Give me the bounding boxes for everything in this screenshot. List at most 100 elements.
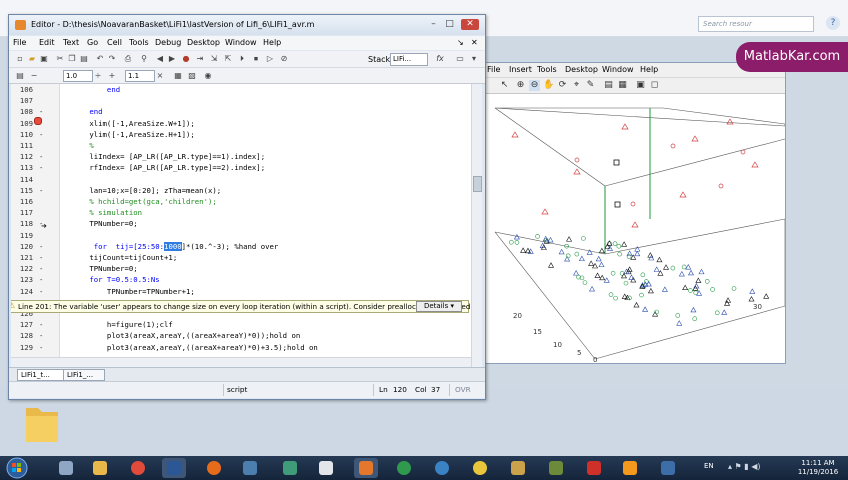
eval-cell-icon[interactable]: ▦ [173,71,183,81]
run-icon[interactable]: ▷ [265,54,275,64]
open-file-icon[interactable]: ▰ [27,54,37,64]
stack-dropdown[interactable]: LIFi... [390,53,428,66]
step-in-icon[interactable]: ⇲ [209,54,219,64]
code-line[interactable]: TPNumber=TPNumber+1; [63,287,195,296]
details-button[interactable]: Details ▾ [416,301,462,312]
pointer-icon[interactable]: ↖ [499,80,510,91]
zoom-out-icon[interactable]: ⊖ [529,80,540,91]
decrement-icon[interactable]: − [29,71,39,81]
clear-breakpoints-icon[interactable]: ⊘ [279,54,289,64]
pan-icon[interactable]: ✋ [543,80,554,91]
editor-titlebar[interactable]: Editor - D:\thesis\NoavaranBasket\LiFi1\… [9,15,485,35]
explorer-search-input[interactable]: Search resour [698,16,814,32]
windows-start-icon[interactable] [4,457,30,479]
code-line[interactable]: h=figure(1);clf [63,320,173,329]
code-line[interactable]: rfIndex= [AP_LR([AP_LR.type]==2).index]; [63,163,265,172]
taskbar-explorer-icon[interactable] [88,458,112,478]
code-line[interactable]: end [63,107,102,116]
figure-menu-window[interactable]: Window [602,65,634,74]
plot-tools-icon[interactable]: ▣ [635,80,646,91]
figure-menu-file[interactable]: File [487,65,500,74]
menu-debug[interactable]: Debug [155,38,181,47]
menu-go[interactable]: Go [87,38,98,47]
code-line[interactable]: liIndex= [AP_LR([AP_LR.type]==1).index]; [63,152,265,161]
menu-window[interactable]: Window [225,38,257,47]
eval-advance-icon[interactable]: ▧ [187,71,197,81]
exit-debug-icon[interactable]: ⏹ [251,54,261,64]
datacursor-icon[interactable]: ⌖ [571,80,582,91]
code-line[interactable]: TPNumber=0; [63,219,137,228]
layout-icon[interactable]: ▭ [455,54,465,64]
layout-menu-icon[interactable]: ▾ [469,54,479,64]
figure-menu-help[interactable]: Help [640,65,658,74]
rotate-icon[interactable]: ⟳ [557,80,568,91]
taskbar-app-icon[interactable] [656,458,680,478]
code-line[interactable]: plot3(areaX,areaY,((areaX+areaY)*0)+3.5)… [63,343,318,352]
code-line[interactable]: tijCount=tijCount+1; [63,253,177,262]
menu-text[interactable]: Text [63,38,79,47]
dock-icon[interactable]: ◻ [649,80,660,91]
zoom-in-icon[interactable]: ⊕ [515,80,526,91]
taskbar-app-icon[interactable] [238,458,262,478]
function-browser-icon[interactable]: fx [435,54,445,64]
continue-icon[interactable]: ⏵ [237,54,247,64]
print-icon[interactable]: ⎙ [123,54,133,64]
menu-desktop[interactable]: Desktop [187,38,220,47]
undo-icon[interactable]: ↶ [95,54,105,64]
code-line[interactable]: % simulation [63,208,142,217]
taskbar-app-icon[interactable] [430,458,454,478]
code-line[interactable]: % [63,141,93,150]
plot3-axes[interactable]: 20 15 10 5 0 30 [485,94,785,362]
cut-icon[interactable]: ✂ [55,54,65,64]
figure-menu-desktop[interactable]: Desktop [565,65,598,74]
legend-icon[interactable]: ▦ [617,80,628,91]
close-icon[interactable]: ✕ [461,19,479,30]
save-icon[interactable]: ▣ [39,54,49,64]
breakpoint-marker-icon[interactable] [34,117,42,125]
folder-icon[interactable] [22,400,62,446]
forward-icon[interactable]: ▶ [167,54,177,64]
tray-icons[interactable]: ▴ ⚑ ▮ ◀) [728,462,761,471]
code-line[interactable]: TPNumber=0; [63,264,137,273]
close-doc-icon[interactable]: ✕ [471,38,478,47]
colorbar-icon[interactable]: ▤ [603,80,614,91]
minimize-icon[interactable]: – [427,19,440,30]
code-line[interactable]: plot3(areaX,areaY,((areaX+areaY)*0));hol… [63,331,300,340]
cell-value-input-2[interactable]: 1.1 [125,70,155,82]
taskbar-firefox-icon[interactable] [202,458,226,478]
step-out-icon[interactable]: ⇱ [223,54,233,64]
paste-icon[interactable]: ▤ [79,54,89,64]
help-icon[interactable]: ◉ [203,71,213,81]
code-line[interactable]: % hchild=get(gca,'children'); [63,197,216,206]
redo-icon[interactable]: ↷ [107,54,117,64]
menu-help[interactable]: Help [263,38,281,47]
back-icon[interactable]: ◀ [155,54,165,64]
selected-text[interactable]: 1000 [164,241,182,251]
system-clock[interactable]: 11:11 AM 11/19/2016 [796,459,840,477]
help-icon[interactable]: ? [826,16,840,30]
taskbar-app-icon[interactable] [392,458,416,478]
tab-lifi1[interactable]: LIFi1_... [63,369,105,381]
maximize-icon[interactable]: □ [443,19,456,30]
code-line[interactable]: xlim([-1,AreaSize.W+1]); [63,119,194,128]
scrollbar-thumb[interactable] [473,176,482,192]
increment-icon[interactable]: + [107,71,117,81]
menu-file[interactable]: File [13,38,26,47]
taskbar-app-icon[interactable] [506,458,530,478]
menu-edit[interactable]: Edit [39,38,55,47]
taskbar-app-icon[interactable] [278,458,302,478]
code-line[interactable]: for T=0.5:0.5:Ns [63,275,159,284]
code-line[interactable]: lan=10;x=[0:20]; zTha=mean(x); [63,186,221,195]
taskbar-matlab-icon[interactable] [354,458,378,478]
step-icon[interactable]: ⇥ [195,54,205,64]
vertical-scrollbar[interactable] [471,84,482,368]
copy-icon[interactable]: ❐ [67,54,77,64]
taskbar-app-icon[interactable] [314,458,338,478]
breakpoint-icon[interactable]: ● [181,54,191,64]
brush-icon[interactable]: ✎ [585,80,596,91]
taskbar-app-icon[interactable] [544,458,568,478]
taskbar-chrome-icon[interactable] [126,458,150,478]
taskbar-app-icon[interactable] [54,458,78,478]
divide-icon[interactable]: ÷ [93,71,103,81]
multiply-icon[interactable]: × [155,71,165,81]
